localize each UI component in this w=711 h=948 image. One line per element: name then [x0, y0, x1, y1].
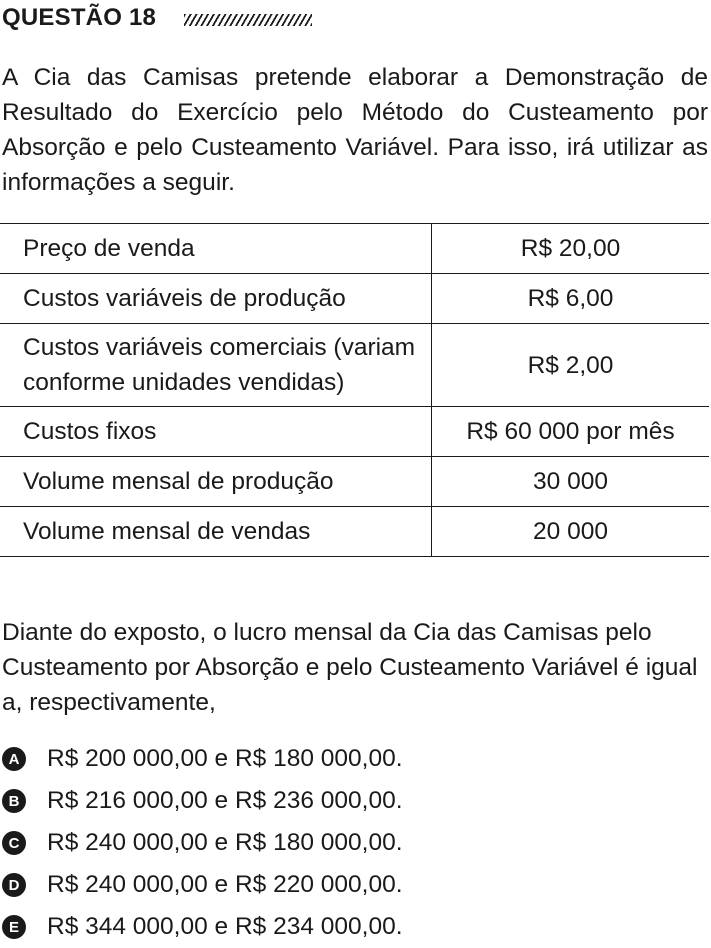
option-text: R$ 240 000,00 e R$ 220 000,00.: [47, 871, 403, 898]
table-row: Custos fixos R$ 60 000 por mês: [0, 406, 709, 457]
intro-text: A Cia das Camisas pretende elaborar a De…: [2, 64, 708, 196]
row-label: Volume mensal de produção: [0, 456, 432, 507]
option-letter-badge: C: [2, 831, 26, 855]
row-value: 20 000: [431, 506, 709, 557]
table-row: Custos variáveis comerciais (variam conf…: [0, 323, 709, 407]
answer-options: A R$ 200 000,00 e R$ 180 000,00. B R$ 21…: [2, 738, 403, 948]
decorative-stripes: [184, 14, 313, 26]
option-letter-badge: B: [2, 789, 26, 813]
row-label: Custos variáveis de produção: [0, 273, 432, 324]
option-letter-badge: A: [2, 747, 26, 771]
table-row: Volume mensal de vendas 20 000: [0, 506, 709, 557]
option-letter-badge: D: [2, 873, 26, 897]
row-value: R$ 6,00: [431, 273, 709, 324]
option-text: R$ 200 000,00 e R$ 180 000,00.: [47, 745, 403, 772]
question-header: QUESTÃO 18: [2, 2, 313, 34]
row-label: Volume mensal de vendas: [0, 506, 432, 557]
table-row: Preço de venda R$ 20,00: [0, 223, 709, 274]
option-text: R$ 240 000,00 e R$ 180 000,00.: [47, 829, 403, 856]
question-text: Diante do exposto, o lucro mensal da Cia…: [2, 619, 698, 716]
question-title: QUESTÃO 18: [2, 4, 157, 31]
row-value: R$ 2,00: [431, 323, 709, 407]
option-text: R$ 216 000,00 e R$ 236 000,00.: [47, 787, 403, 814]
row-value: R$ 60 000 por mês: [431, 406, 709, 457]
row-value: R$ 20,00: [431, 223, 709, 274]
option-a[interactable]: A R$ 200 000,00 e R$ 180 000,00.: [2, 738, 403, 780]
option-e[interactable]: E R$ 344 000,00 e R$ 234 000,00.: [2, 906, 403, 948]
row-label: Custos variáveis comerciais (variam conf…: [0, 323, 432, 407]
row-value: 30 000: [431, 456, 709, 507]
table-row: Volume mensal de produção 30 000: [0, 456, 709, 507]
option-d[interactable]: D R$ 240 000,00 e R$ 220 000,00.: [2, 864, 403, 906]
option-letter-badge: E: [2, 915, 26, 939]
option-text: R$ 344 000,00 e R$ 234 000,00.: [47, 913, 403, 940]
option-c[interactable]: C R$ 240 000,00 e R$ 180 000,00.: [2, 822, 403, 864]
data-table: Preço de venda R$ 20,00 Custos variáveis…: [0, 223, 709, 557]
row-label: Custos fixos: [0, 406, 432, 457]
option-b[interactable]: B R$ 216 000,00 e R$ 236 000,00.: [2, 780, 403, 822]
table-row: Custos variáveis de produção R$ 6,00: [0, 273, 709, 324]
row-label: Preço de venda: [0, 223, 432, 274]
